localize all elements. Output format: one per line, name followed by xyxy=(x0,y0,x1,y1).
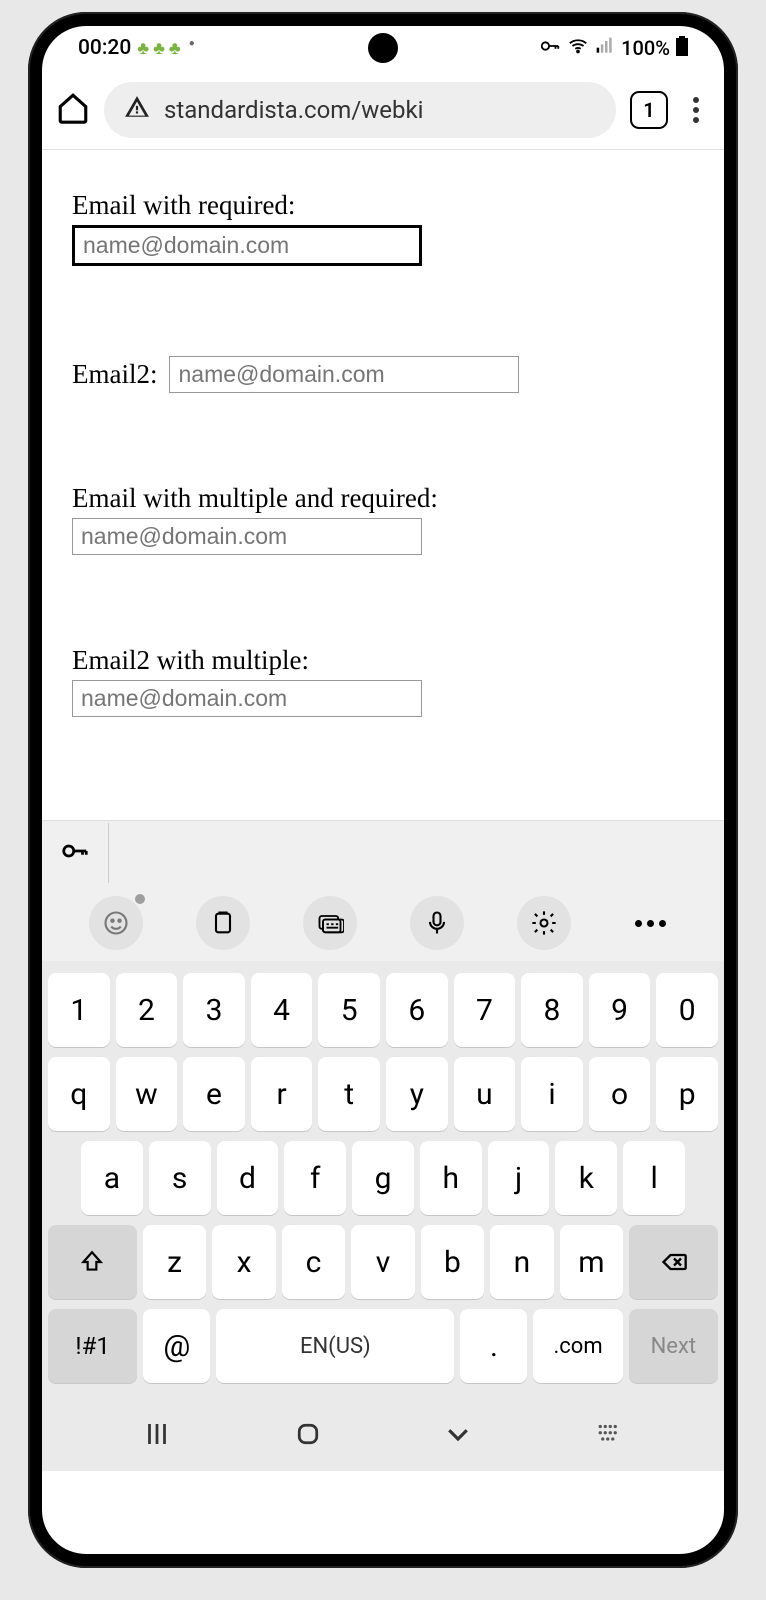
divider xyxy=(108,823,109,883)
key-i[interactable]: i xyxy=(521,1057,583,1131)
key-period[interactable]: . xyxy=(460,1309,527,1383)
label-email2: Email2: xyxy=(72,359,157,390)
key-6[interactable]: 6 xyxy=(386,973,448,1047)
page-content[interactable]: Email with required: Email2: Email with … xyxy=(42,150,724,820)
wifi-icon xyxy=(567,35,589,62)
keyboard-switch-button[interactable] xyxy=(303,896,357,950)
device-frame: 00:20 ♣ ♣ ♣ ● 100% xyxy=(28,12,738,1568)
key-m[interactable]: m xyxy=(560,1225,623,1299)
status-time: 00:20 xyxy=(78,36,131,60)
key-symbols[interactable]: !#1 xyxy=(48,1309,137,1383)
label-email-multiple-required: Email with multiple and required: xyxy=(72,483,694,514)
field-email2: Email2: xyxy=(72,356,694,393)
more-notif-icon: ● xyxy=(189,38,195,59)
nav-keyboard-icon[interactable] xyxy=(594,1419,624,1453)
key-w[interactable]: w xyxy=(116,1057,178,1131)
key-o[interactable]: o xyxy=(589,1057,651,1131)
system-navbar xyxy=(42,1401,724,1471)
key-v[interactable]: v xyxy=(351,1225,414,1299)
field-email-required: Email with required: xyxy=(72,190,694,266)
more-tools-button[interactable] xyxy=(624,896,678,950)
key-3[interactable]: 3 xyxy=(183,973,245,1047)
status-bar: 00:20 ♣ ♣ ♣ ● 100% xyxy=(42,26,724,70)
key-5[interactable]: 5 xyxy=(318,973,380,1047)
key-p[interactable]: p xyxy=(656,1057,718,1131)
clipboard-button[interactable] xyxy=(196,896,250,950)
emoji-button[interactable] xyxy=(89,896,143,950)
key-s[interactable]: s xyxy=(149,1141,211,1215)
key-a[interactable]: a xyxy=(81,1141,143,1215)
key-e[interactable]: e xyxy=(183,1057,245,1131)
input-email2-multiple[interactable] xyxy=(72,680,422,717)
key-j[interactable]: j xyxy=(488,1141,550,1215)
android-icon: ♣ xyxy=(137,38,149,59)
key-z[interactable]: z xyxy=(143,1225,206,1299)
key-n[interactable]: n xyxy=(490,1225,553,1299)
nav-back[interactable] xyxy=(443,1419,473,1453)
keyboard: 1 2 3 4 5 6 7 8 9 0 q w e r t y u i o xyxy=(42,961,724,1401)
key-h[interactable]: h xyxy=(420,1141,482,1215)
key-4[interactable]: 4 xyxy=(251,973,313,1047)
settings-button[interactable] xyxy=(517,896,571,950)
key-t[interactable]: t xyxy=(318,1057,380,1131)
browser-toolbar: standardista.com/webki 1 xyxy=(42,70,724,150)
key-icon xyxy=(539,35,561,62)
key-at[interactable]: @ xyxy=(143,1309,210,1383)
menu-button[interactable] xyxy=(682,97,710,123)
key-u[interactable]: u xyxy=(454,1057,516,1131)
android-icon: ♣ xyxy=(169,38,181,59)
key-x[interactable]: x xyxy=(212,1225,275,1299)
key-8[interactable]: 8 xyxy=(521,973,583,1047)
front-camera xyxy=(368,33,398,63)
key-7[interactable]: 7 xyxy=(454,973,516,1047)
key-9[interactable]: 9 xyxy=(589,973,651,1047)
key-space[interactable]: EN(US) xyxy=(216,1309,454,1383)
screen: 00:20 ♣ ♣ ♣ ● 100% xyxy=(42,26,724,1554)
key-shift[interactable] xyxy=(48,1225,137,1299)
suggestion-bar xyxy=(42,820,724,885)
not-secure-icon xyxy=(124,94,150,126)
nav-recents[interactable] xyxy=(142,1419,172,1453)
signal-icon xyxy=(595,36,615,61)
battery-percent: 100% xyxy=(621,36,670,60)
url-bar[interactable]: standardista.com/webki xyxy=(104,82,616,138)
input-email-required[interactable] xyxy=(72,225,422,266)
tabs-count: 1 xyxy=(643,98,654,122)
key-backspace[interactable] xyxy=(629,1225,718,1299)
field-email2-multiple: Email2 with multiple: xyxy=(72,645,694,717)
tabs-button[interactable]: 1 xyxy=(630,91,668,129)
key-r[interactable]: r xyxy=(251,1057,313,1131)
field-email-multiple-required: Email with multiple and required: xyxy=(72,483,694,555)
label-email2-multiple: Email2 with multiple: xyxy=(72,645,694,676)
key-y[interactable]: y xyxy=(386,1057,448,1131)
key-l[interactable]: l xyxy=(623,1141,685,1215)
key-1[interactable]: 1 xyxy=(48,973,110,1047)
key-0[interactable]: 0 xyxy=(656,973,718,1047)
home-button[interactable] xyxy=(56,91,90,129)
key-k[interactable]: k xyxy=(555,1141,617,1215)
input-email-multiple-required[interactable] xyxy=(72,518,422,555)
key-b[interactable]: b xyxy=(421,1225,484,1299)
password-key-icon[interactable] xyxy=(60,836,90,870)
input-email2[interactable] xyxy=(169,356,519,393)
key-g[interactable]: g xyxy=(352,1141,414,1215)
key-next[interactable]: Next xyxy=(629,1309,718,1383)
key-q[interactable]: q xyxy=(48,1057,110,1131)
keyboard-toolbar xyxy=(42,885,724,961)
notification-icons: ♣ ♣ ♣ ● xyxy=(137,38,194,59)
nav-home[interactable] xyxy=(293,1419,323,1453)
android-icon: ♣ xyxy=(153,38,165,59)
url-text: standardista.com/webki xyxy=(164,96,423,124)
key-c[interactable]: c xyxy=(282,1225,345,1299)
label-email-required: Email with required: xyxy=(72,190,694,221)
key-f[interactable]: f xyxy=(284,1141,346,1215)
voice-button[interactable] xyxy=(410,896,464,950)
battery-icon xyxy=(676,36,688,61)
key-d[interactable]: d xyxy=(217,1141,279,1215)
key-2[interactable]: 2 xyxy=(116,973,178,1047)
key-dotcom[interactable]: .com xyxy=(533,1309,622,1383)
